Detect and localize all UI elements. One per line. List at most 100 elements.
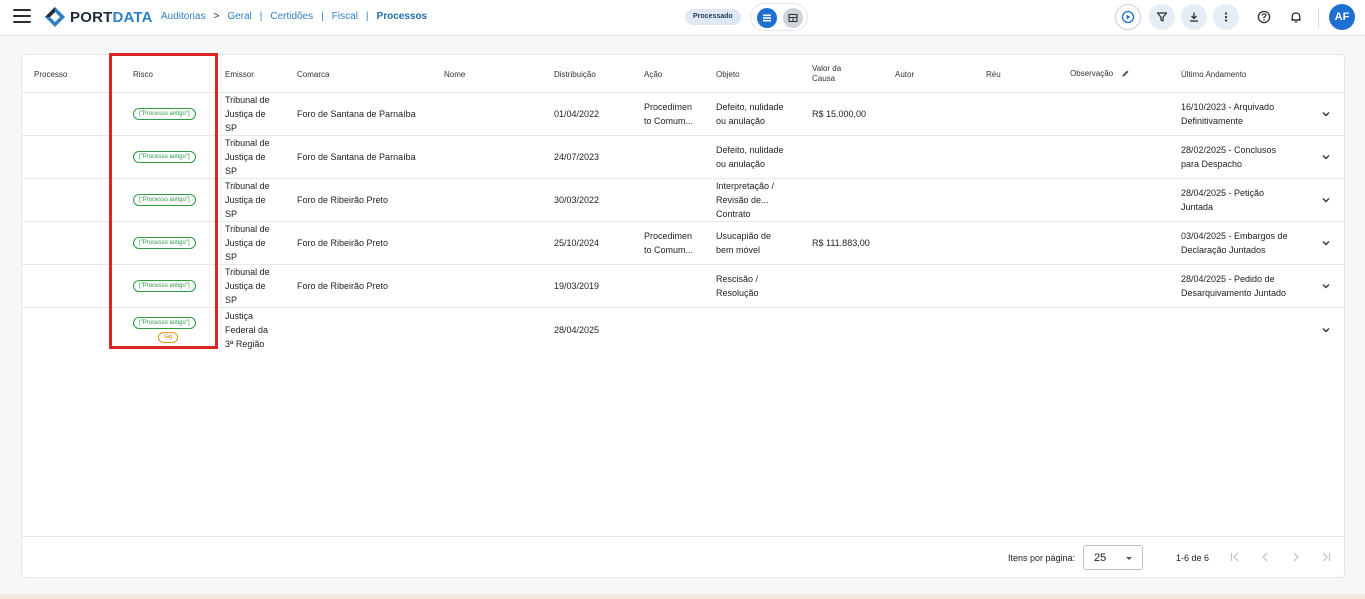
cell-distribuicao: 28/04/2025	[554, 324, 600, 335]
help-button[interactable]	[1251, 4, 1277, 30]
cell-objeto: Usucapião de bem móvel	[716, 229, 771, 257]
cell-emissor-line: SP	[225, 252, 238, 262]
header-nome[interactable]: Nome	[444, 70, 465, 80]
header-valor-causa[interactable]: Valor da Causa	[812, 64, 841, 84]
cell-emissor-line: SP	[225, 166, 238, 176]
chevron-down-icon[interactable]	[1320, 280, 1332, 292]
cell-objeto: Rescisão / Resolução	[716, 272, 759, 300]
items-per-page-value: 25	[1094, 552, 1107, 564]
cell-emissor: Tribunal de Justiça de SP	[225, 179, 270, 221]
breadcrumb-auditorias[interactable]: Auditorias	[161, 11, 205, 22]
risk-badge: ["Processo antigo"]	[133, 237, 196, 249]
play-circle-icon	[1121, 10, 1135, 24]
cell-distribuicao: 19/03/2019	[554, 281, 600, 291]
bell-icon	[1291, 12, 1301, 23]
first-page-icon[interactable]	[1228, 550, 1242, 564]
cell-ultimo-andamento: 16/10/2023 - Arquivado Definitivamente	[1181, 100, 1274, 128]
cell-emissor-line: Justiça de	[225, 238, 266, 248]
cell-ultimo-andamento-line: 28/04/2025 - Pedido de	[1181, 274, 1275, 284]
notifications-button[interactable]	[1283, 4, 1309, 30]
cell-emissor-line: Tribunal de	[225, 95, 270, 105]
table-row[interactable]: ["Processo antigo"] Tribunal de Justiça de…	[22, 222, 1344, 265]
chevron-down-icon[interactable]	[1320, 194, 1332, 206]
list-view-button[interactable]	[757, 8, 777, 28]
download-button[interactable]	[1181, 4, 1207, 30]
status-badge[interactable]: Processado	[685, 9, 741, 25]
breadcrumb-bar: |	[365, 11, 369, 22]
download-icon	[1190, 12, 1198, 22]
cell-ultimo-andamento: 03/04/2025 - Embargos de Declaração Junta…	[1181, 229, 1288, 257]
breadcrumb-bar: |	[259, 11, 263, 22]
cell-ultimo-andamento-line: Declaração Juntados	[1181, 245, 1266, 255]
cell-emissor-line: Tribunal de	[225, 138, 270, 148]
header-reu[interactable]: Réu	[986, 70, 1001, 80]
edit-pencil-icon[interactable]	[1121, 69, 1130, 78]
table-row[interactable]: ["Processo antigo"] Tribunal de Justiça de…	[22, 93, 1344, 136]
header-emissor[interactable]: Emissor	[225, 70, 254, 80]
breadcrumb-geral[interactable]: Geral	[227, 11, 251, 22]
next-page-icon[interactable]	[1289, 550, 1303, 564]
header-processo[interactable]: Processo	[34, 70, 67, 80]
cell-objeto-line: ou anulação	[716, 116, 766, 126]
cell-valor-causa: R$ 111.883,00	[812, 238, 870, 248]
table-header: Processo Risco Emissor Comarca Nome Dist…	[22, 55, 1344, 93]
avatar[interactable]: AF	[1329, 4, 1355, 30]
more-options-button[interactable]	[1213, 4, 1239, 30]
header-acao[interactable]: Ação	[644, 70, 662, 80]
cell-comarca: Foro de Santana de Parnaíba	[297, 109, 416, 119]
cell-comarca: Foro de Ribeirão Preto	[297, 195, 389, 205]
cell-emissor-line: Justiça de	[225, 152, 266, 162]
cell-emissor-line: Tribunal de	[225, 267, 270, 277]
header-risco[interactable]: Risco	[133, 70, 153, 80]
cell-emissor-line: Tribunal de	[225, 224, 270, 234]
chevron-down-icon[interactable]	[1320, 324, 1332, 336]
risk-badge: ["Processo antigo"]	[133, 317, 196, 329]
header-ultimo-andamento[interactable]: Último Andamento	[1181, 70, 1246, 80]
table-row[interactable]: ["Processo antigo"] tag Justiça Federal da 3…	[22, 308, 1344, 351]
header-comarca[interactable]: Comarca	[297, 70, 329, 80]
breadcrumb-fiscal[interactable]: Fiscal	[332, 11, 358, 22]
play-button[interactable]	[1115, 4, 1141, 30]
logo[interactable]: PORTDATA	[44, 6, 153, 28]
cell-ultimo-andamento-line: 28/04/2025 - Petição	[1181, 188, 1265, 198]
cell-objeto-line: ou anulação	[716, 159, 766, 169]
cell-distribuicao: 01/04/2022	[554, 109, 600, 119]
previous-page-icon[interactable]	[1258, 550, 1272, 564]
table-view-button[interactable]	[783, 8, 803, 28]
header-objeto[interactable]: Objeto	[716, 70, 740, 80]
cell-comarca: Foro de Ribeirão Preto	[297, 238, 389, 248]
table-row[interactable]: ["Processo antigo"] Tribunal de Justiça de…	[22, 136, 1344, 179]
cell-emissor: Justiça Federal da 3ª Região	[225, 309, 268, 351]
cell-distribuicao: 24/07/2023	[554, 152, 600, 162]
last-page-icon[interactable]	[1319, 550, 1333, 564]
header-observacao[interactable]: Observação	[1070, 69, 1130, 79]
cell-acao-line: to Comum...	[644, 245, 694, 255]
cell-emissor-line: SP	[225, 123, 238, 133]
cell-distribuicao: 25/10/2024	[554, 238, 600, 248]
cell-acao-line: to Comum...	[644, 116, 694, 126]
table-row[interactable]: ["Processo antigo"] Tribunal de Justiça de…	[22, 179, 1344, 222]
cell-emissor: Tribunal de Justiça de SP	[225, 93, 270, 135]
chevron-down-icon[interactable]	[1320, 237, 1332, 249]
cell-emissor-line: Federal da	[225, 324, 269, 335]
breadcrumb-bar: |	[321, 11, 324, 22]
breadcrumb: Auditorias > Geral | Certidões | Fiscal …	[161, 11, 427, 22]
header-valor-causa-line1: Valor da	[812, 64, 842, 73]
chevron-down-icon[interactable]	[1320, 151, 1332, 163]
items-per-page-select[interactable]: 25	[1083, 545, 1143, 570]
header-distribuicao[interactable]: Distribuição	[554, 70, 596, 80]
breadcrumb-processos[interactable]: Processos	[377, 11, 428, 22]
header-valor-causa-line2: Causa	[812, 74, 836, 83]
menu-icon[interactable]	[13, 9, 31, 25]
header-autor[interactable]: Autor	[895, 70, 914, 80]
table-row[interactable]: ["Processo antigo"] Tribunal de Justiça de…	[22, 265, 1344, 308]
breadcrumb-certidoes[interactable]: Certidões	[270, 11, 313, 22]
filter-button[interactable]	[1149, 4, 1175, 30]
chevron-down-icon[interactable]	[1320, 108, 1332, 120]
cell-objeto-line: Contrato	[716, 209, 751, 219]
cell-distribuicao: 30/03/2022	[554, 195, 600, 205]
cell-ultimo-andamento: 28/02/2025 - Conclusos para Despacho	[1181, 143, 1276, 171]
cell-emissor-line: 3ª Região	[225, 338, 265, 349]
cell-comarca: Foro de Santana de Parnaíba	[297, 152, 416, 162]
processes-table-card: Processo Risco Emissor Comarca Nome Dist…	[21, 54, 1345, 578]
